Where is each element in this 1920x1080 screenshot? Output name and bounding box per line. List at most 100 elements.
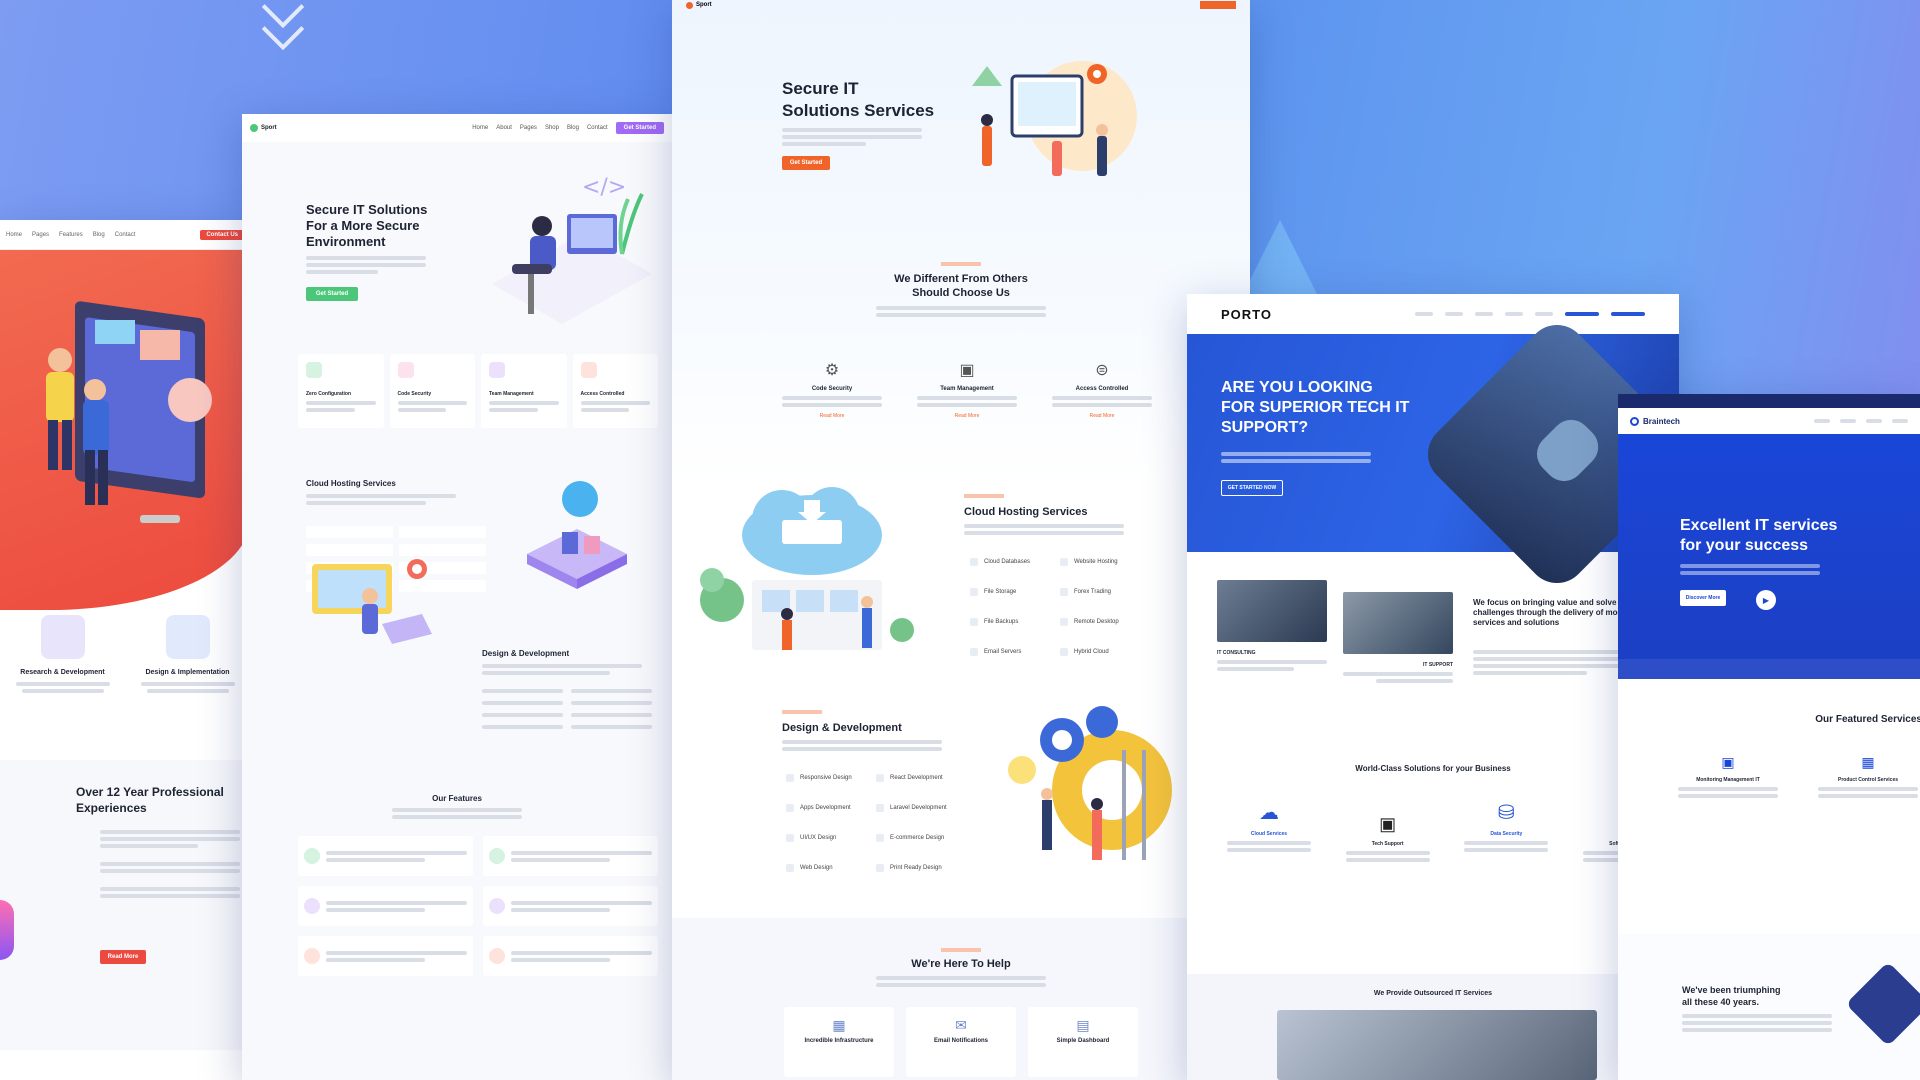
experience-section: Over 12 Year Professional Experiences Re…: [0, 760, 250, 1050]
section-title: We're Here To Help: [911, 958, 1011, 970]
tech-support-icon: ▣: [1379, 814, 1397, 834]
nav-item[interactable]: Home: [472, 125, 488, 131]
check-icon: [786, 804, 794, 812]
hero-section: [0, 250, 250, 610]
check-icon: [1060, 648, 1068, 656]
hero-title: Secure IT Solutions For a More Secure En…: [306, 202, 428, 249]
outsourced-section: We Provide Outsourced IT Services: [1187, 974, 1679, 1080]
template-preview-porto: PORTO ARE YOU LOOKING FOR SUPERIOR TECH …: [1187, 294, 1679, 1080]
feature-icon: [304, 848, 320, 864]
check-icon: [1060, 588, 1068, 596]
get-started-button[interactable]: Get Started: [615, 122, 664, 134]
template-preview-center: Sport Secure IT Solutions Services Get S…: [672, 0, 1250, 1080]
template-preview-red: Home Pages Features Blog Contact Contact…: [0, 220, 250, 1080]
read-more-link[interactable]: Read More: [782, 413, 882, 419]
team-photo: [1277, 1010, 1597, 1080]
nav-item[interactable]: Shop: [545, 125, 559, 131]
support-card: IT SUPPORT: [1343, 662, 1453, 683]
feature-card: ⊜ Access Controlled Read More: [1052, 360, 1152, 419]
nav-item[interactable]: Blog: [567, 125, 579, 131]
hero-title: ARE YOU LOOKING FOR SUPERIOR TECH IT SUP…: [1221, 379, 1410, 436]
logo[interactable]: Sport: [686, 1, 712, 9]
service-card: ▣ Monitoring Management IT: [1678, 754, 1778, 798]
list-item: Remote Desktop: [1060, 618, 1140, 626]
nav-bar: Sport: [672, 0, 1250, 10]
check-icon: [876, 864, 884, 872]
feature-row: Research & Development Design & Implemen…: [0, 615, 250, 693]
code-security-icon: ⚙: [824, 362, 840, 379]
nav-bar: Sport Home About Pages Shop Blog Contact…: [242, 114, 672, 142]
list-item: Apps Development: [786, 804, 866, 812]
it-team-illustration: [972, 61, 1137, 176]
workstation-illustration: </>: [492, 175, 652, 324]
feature-card: ⚙ Code Security Read More: [782, 360, 882, 419]
logo[interactable]: Sport: [250, 124, 277, 132]
nav-item[interactable]: Features: [59, 232, 83, 238]
hero-title: Secure IT Solutions Services: [782, 79, 935, 120]
section-title: Cloud Hosting Services: [306, 479, 396, 488]
read-more-link[interactable]: Read More: [1052, 413, 1152, 419]
hero-button[interactable]: Get Started: [782, 156, 830, 170]
feature-cards: Zero Configuration Code Security Team Ma…: [298, 354, 658, 428]
hero-button[interactable]: Get Started: [306, 287, 358, 301]
check-icon: [786, 774, 794, 782]
hero-section: Excellent IT services for your success D…: [1618, 434, 1920, 679]
read-more-link[interactable]: Read More: [917, 413, 1017, 419]
section-title: Design & Development: [782, 722, 902, 734]
service-card: ▦ Product Control Services: [1818, 754, 1918, 798]
feature-card: Zero Configuration: [298, 354, 384, 428]
list-item: Print Ready Design: [876, 864, 956, 872]
notification-icon: ✉: [955, 1017, 967, 1033]
logo[interactable]: PORTO: [1221, 307, 1272, 322]
read-more-button[interactable]: Read More: [100, 950, 146, 964]
section-title: Our Features: [432, 794, 482, 803]
nav-item[interactable]: About: [496, 125, 512, 131]
nav-item[interactable]: Home: [6, 232, 22, 238]
feature-title: Research & Development: [20, 669, 105, 676]
check-icon: [876, 804, 884, 812]
design-illustration: [312, 559, 432, 644]
feature-card: Code Security: [389, 354, 475, 428]
list-item: Hybrid Cloud: [1060, 648, 1140, 656]
cloud-services-list: Cloud Databases Website Hosting File Sto…: [970, 558, 1140, 656]
nav-cta-button[interactable]: [1200, 1, 1236, 9]
section-title: Our Featured Services: [1815, 714, 1920, 725]
photo-decoration: [1845, 961, 1920, 1047]
feature-icon: [304, 948, 320, 964]
design-icon: [165, 615, 210, 659]
developer-illustration: [46, 301, 212, 523]
nav-bar: PORTO: [1187, 294, 1679, 334]
section-title: Cloud Hosting Services: [964, 506, 1088, 518]
hero-section: ARE YOU LOOKING FOR SUPERIOR TECH IT SUP…: [1187, 312, 1679, 596]
configuration-icon: [306, 362, 322, 378]
list-item: Website Hosting: [1060, 558, 1140, 566]
check-icon: [970, 648, 978, 656]
cloud-hosting-illustration: [700, 487, 914, 650]
nav-item[interactable]: Pages: [520, 125, 537, 131]
list-item: Laravel Development: [876, 804, 956, 812]
nav-item[interactable]: Blog: [93, 232, 105, 238]
check-icon: [876, 774, 884, 782]
list-item: File Backups: [970, 618, 1050, 626]
service-card: ▣ Tech Support: [1345, 814, 1430, 862]
access-controlled-icon: ⊜: [1095, 362, 1109, 379]
nav-item[interactable]: Contact: [587, 125, 608, 131]
consulting-card: IT CONSULTING: [1217, 650, 1327, 671]
logo[interactable]: Braintech: [1630, 416, 1680, 426]
list-item: Responsive Design: [786, 774, 866, 782]
template-preview-braintech: Braintech Excellent IT services for your…: [1618, 394, 1920, 1080]
play-icon[interactable]: ▶: [1756, 590, 1776, 610]
feature-card: ▣ Team Management Read More: [917, 360, 1017, 419]
help-card: ▤ Simple Dashboard: [1028, 1007, 1138, 1077]
contact-button[interactable]: Contact Us: [200, 229, 244, 240]
feature-card: Research & Development: [8, 615, 118, 693]
get-started-button[interactable]: GET STARTED NOW: [1221, 480, 1283, 496]
nav-item[interactable]: Pages: [32, 232, 49, 238]
nav-item[interactable]: Contact: [115, 232, 136, 238]
service-card: ☁ Cloud Services: [1227, 800, 1311, 862]
check-icon: [786, 864, 794, 872]
list-item: React Development: [876, 774, 956, 782]
services-row: ▣ Monitoring Management IT ▦ Product Con…: [1678, 754, 1918, 798]
feature-icon: [489, 948, 505, 964]
discover-button[interactable]: Discover More: [1680, 590, 1726, 606]
